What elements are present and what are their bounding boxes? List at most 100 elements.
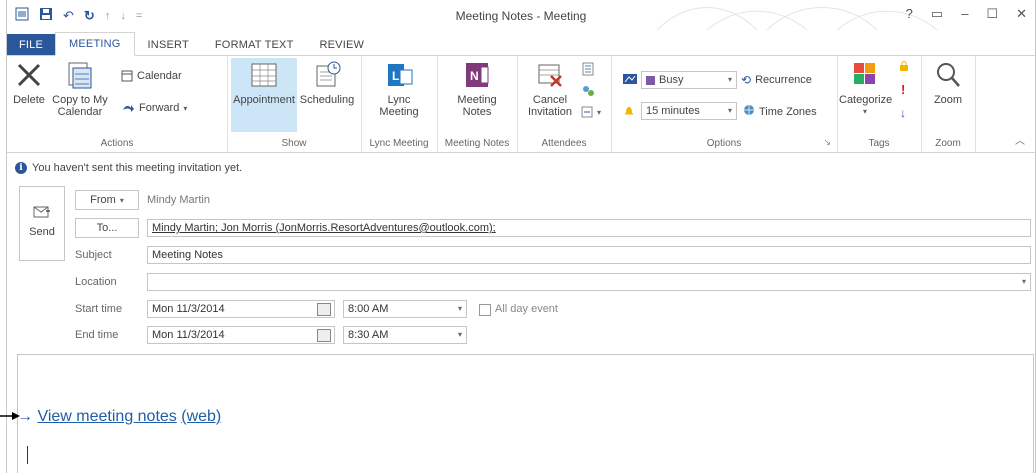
meeting-notes-button[interactable]: N Meeting Notes: [447, 60, 507, 118]
address-book-icon[interactable]: [581, 62, 595, 76]
scheduling-button[interactable]: Scheduling: [295, 60, 359, 106]
show-as-icon: [623, 74, 637, 84]
chevron-down-icon[interactable]: ▾: [1022, 274, 1026, 290]
appointment-button[interactable]: Appointment: [231, 58, 297, 132]
end-date-field[interactable]: Mon 11/3/2014: [147, 326, 335, 344]
meeting-notes-link[interactable]: → View meeting notes (web): [17, 408, 221, 426]
forward-button[interactable]: Forward ▾: [121, 102, 187, 114]
group-label-show: Show: [281, 138, 307, 149]
delete-icon: [14, 60, 44, 90]
calendar-icon[interactable]: [317, 329, 331, 342]
text-cursor: [27, 446, 28, 464]
chevron-down-icon: ▾: [119, 195, 124, 205]
to-field[interactable]: Mindy Martin; Jon Morris (JonMorris.Reso…: [147, 219, 1031, 237]
calendar-copy-icon: [65, 60, 95, 90]
group-show: Appointment Scheduling Show: [227, 56, 362, 152]
cancel-invitation-button[interactable]: Cancel Invitation: [523, 60, 577, 118]
group-label-actions: Actions: [100, 138, 134, 149]
reminder-bell-icon: [623, 104, 635, 116]
from-value: Mindy Martin: [147, 194, 210, 206]
help-button[interactable]: ?: [906, 6, 913, 22]
from-button[interactable]: From ▾: [75, 190, 139, 210]
location-field[interactable]: ▾: [147, 273, 1031, 291]
web-link[interactable]: (web): [181, 408, 221, 425]
appointment-icon: [249, 60, 279, 90]
tab-meeting[interactable]: MEETING: [55, 32, 135, 56]
group-meeting-notes: N Meeting Notes Meeting Notes: [437, 56, 518, 152]
group-attendees: Cancel Invitation ▾ Attendees: [517, 56, 612, 152]
all-day-event-label: All day event: [495, 303, 558, 315]
end-time-label: End time: [75, 329, 119, 341]
title-bar: ↶ ↻ ↑ ↓ = Meeting Notes - Meeting ? ▭ – …: [7, 0, 1035, 34]
calendar-icon[interactable]: [317, 303, 331, 316]
ribbon-display-button[interactable]: ▭: [931, 6, 943, 22]
group-label-meeting-notes: Meeting Notes: [444, 138, 510, 149]
group-label-attendees: Attendees: [541, 138, 587, 149]
end-time-field[interactable]: 8:30 AM ▾: [343, 326, 467, 344]
view-meeting-notes-link[interactable]: View meeting notes: [37, 408, 176, 425]
group-label-tags: Tags: [868, 138, 890, 149]
minimize-button[interactable]: –: [961, 6, 968, 22]
outlook-meeting-window: ↶ ↻ ↑ ↓ = Meeting Notes - Meeting ? ▭ – …: [6, 0, 1036, 473]
tab-format-text[interactable]: FORMAT TEXT: [202, 34, 307, 56]
send-envelope-icon: [20, 205, 64, 222]
start-date-field[interactable]: Mon 11/3/2014: [147, 300, 335, 318]
lync-icon: L: [384, 60, 414, 90]
start-time-field[interactable]: 8:00 AM ▾: [343, 300, 467, 318]
group-label-options: Options: [706, 138, 742, 149]
tab-file[interactable]: FILE: [7, 34, 56, 56]
ribbon: Delete Copy to My Calendar Calendar Forw…: [7, 55, 1035, 153]
recurrence-button[interactable]: ⟲ Recurrence: [741, 73, 812, 87]
close-button[interactable]: ✕: [1016, 6, 1027, 22]
window-title: Meeting Notes - Meeting: [455, 9, 587, 23]
chevron-down-icon: ▾: [727, 106, 732, 115]
svg-text:L: L: [392, 69, 399, 83]
reminder-select[interactable]: 15 minutes ▾: [641, 102, 737, 120]
response-options-icon: [581, 106, 593, 118]
info-bar: i You haven't sent this meeting invitati…: [15, 162, 242, 174]
start-time-label: Start time: [75, 303, 123, 315]
calendar-button[interactable]: Calendar: [121, 70, 182, 82]
response-options-button[interactable]: ▾: [581, 106, 601, 118]
group-tags: Categorize ▾ ! ↓ Tags: [837, 56, 922, 152]
check-names-icon[interactable]: [581, 84, 595, 98]
high-importance-icon[interactable]: !: [901, 82, 905, 97]
recurrence-icon: ⟲: [741, 73, 752, 87]
delete-button[interactable]: Delete: [9, 60, 49, 106]
all-day-event-checkbox[interactable]: [479, 304, 491, 316]
time-zones-button[interactable]: Time Zones: [743, 104, 817, 119]
ribbon-tabs: FILE MEETING INSERT FORMAT TEXT REVIEW: [7, 32, 1035, 56]
forward-icon: [123, 105, 134, 112]
categorize-icon: [850, 60, 880, 90]
lync-meeting-button[interactable]: L Lync Meeting: [369, 60, 429, 118]
copy-to-my-calendar-button[interactable]: Copy to My Calendar: [51, 60, 109, 118]
group-zoom: Zoom Zoom: [921, 56, 976, 152]
private-icon[interactable]: [899, 60, 909, 72]
group-label-zoom: Zoom: [935, 138, 961, 149]
svg-text:N: N: [470, 69, 479, 83]
group-label-lync: Lync Meeting: [369, 138, 429, 149]
onenote-icon: N: [462, 60, 492, 90]
maximize-button[interactable]: ☐: [986, 6, 998, 22]
subject-field[interactable]: Meeting Notes: [147, 246, 1031, 264]
tab-review[interactable]: REVIEW: [306, 34, 377, 56]
categorize-button[interactable]: Categorize ▾: [839, 60, 892, 118]
low-importance-icon[interactable]: ↓: [900, 106, 906, 120]
group-lync-meeting: L Lync Meeting Lync Meeting: [361, 56, 438, 152]
zoom-button[interactable]: Zoom: [925, 60, 971, 106]
chevron-down-icon[interactable]: ▾: [458, 327, 462, 343]
chevron-down-icon: ▾: [183, 103, 188, 113]
collapse-ribbon-icon[interactable]: ︿: [1015, 132, 1025, 147]
send-button[interactable]: Send: [19, 186, 65, 261]
busy-color-swatch: [646, 75, 655, 85]
to-button[interactable]: To...: [75, 218, 139, 238]
location-label: Location: [75, 276, 117, 288]
window-controls: ? ▭ – ☐ ✕: [906, 6, 1027, 22]
globe-icon: [743, 104, 755, 119]
chevron-down-icon[interactable]: ▾: [458, 301, 462, 317]
show-as-select[interactable]: Busy ▾: [641, 71, 737, 89]
dialog-launcher-icon[interactable]: ↘: [823, 137, 831, 148]
group-options: Busy ▾ ⟲ Recurrence 15 minutes ▾ Time Zo…: [611, 56, 838, 152]
info-icon: i: [15, 162, 27, 174]
tab-insert[interactable]: INSERT: [135, 34, 202, 56]
